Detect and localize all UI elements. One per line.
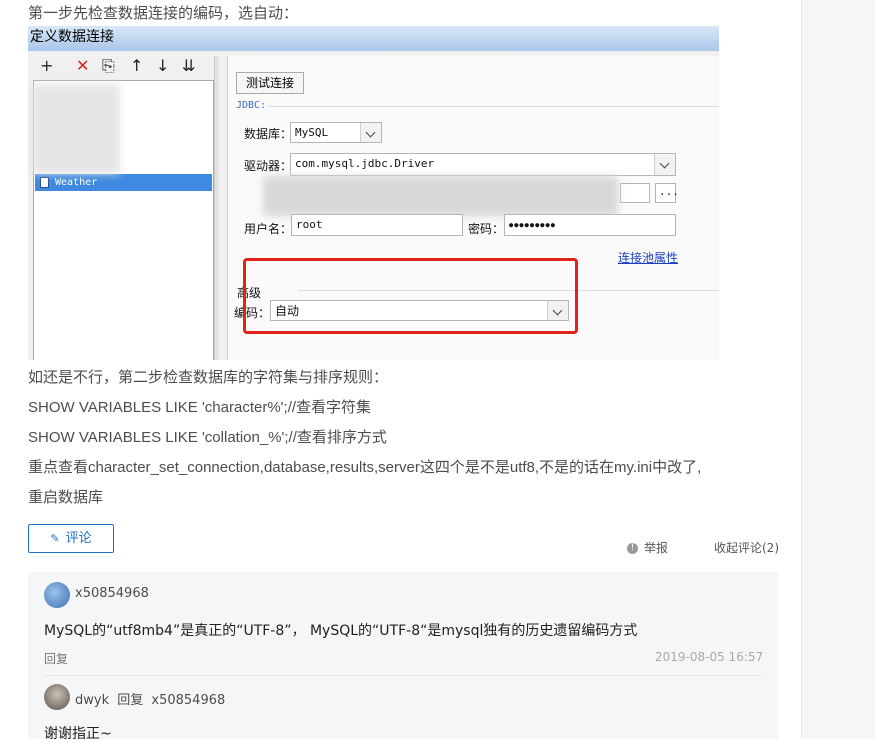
- dialog-screenshot: 定义数据连接 + ✕ ⎘ ↑ ↓ ⇊ Weather 测试连接 JDBC: 数据…: [28, 26, 719, 360]
- article-paragraph: SHOW VARIABLES LIKE 'collation_%';//查看排序…: [28, 429, 387, 446]
- blurred-url: [263, 176, 618, 216]
- comment-time: 2019-08-05 16:57: [655, 650, 764, 664]
- reply-link[interactable]: 回复: [44, 650, 68, 667]
- warning-icon: !: [627, 543, 638, 554]
- delete-icon[interactable]: ✕: [76, 56, 89, 75]
- username-label: 用户名：: [244, 222, 293, 236]
- driver-select[interactable]: com.mysql.jdbc.Driver: [290, 153, 676, 176]
- article-paragraph: 重启数据库: [28, 489, 104, 506]
- avatar[interactable]: [44, 582, 70, 608]
- sort-icon[interactable]: ⇊: [182, 56, 195, 75]
- database-select[interactable]: MySQL: [290, 122, 382, 143]
- database-value: MySQL: [295, 126, 329, 139]
- blurred-region: [32, 84, 120, 174]
- report-label: 举报: [644, 541, 669, 555]
- right-sidebar: [801, 0, 875, 739]
- chevron-down-icon: [654, 154, 675, 175]
- jdbc-section-label: JDBC:: [236, 100, 267, 111]
- password-input[interactable]: ●●●●●●●●●: [504, 214, 676, 236]
- driver-value: com.mysql.jdbc.Driver: [295, 157, 435, 170]
- comment-button-label: 评论: [65, 531, 92, 546]
- article-paragraph: SHOW VARIABLES LIKE 'character%';//查看字符集: [28, 399, 372, 416]
- collapse-comments-button[interactable]: 收起评论(2): [714, 539, 779, 556]
- comment-list: x50854968 MySQL的“utf8mb4”是真正的“UTF-8”， My…: [28, 572, 778, 742]
- password-label: 密码：: [468, 222, 505, 236]
- comment-text: 谢谢指正~: [44, 726, 112, 742]
- reply-header: dwyk 回复 x50854968: [75, 689, 225, 708]
- tree-item-label: Weather: [55, 177, 98, 188]
- comment-text: MySQL的“utf8mb4”是真正的“UTF-8”， MySQL的“UTF-8…: [44, 623, 638, 639]
- chevron-down-icon: [360, 123, 381, 142]
- comment-button[interactable]: ✎ 评论: [28, 524, 114, 553]
- dialog-title: 定义数据连接: [28, 26, 719, 51]
- reply-word: 回复: [117, 693, 144, 708]
- test-connection-button[interactable]: 测试连接: [236, 72, 304, 94]
- divider: [268, 106, 719, 107]
- username-input[interactable]: root: [291, 214, 463, 236]
- highlight-box: [243, 258, 578, 334]
- driver-label: 驱动器：: [244, 159, 293, 173]
- copy-icon[interactable]: ⎘: [102, 56, 115, 76]
- move-down-icon[interactable]: ↓: [156, 56, 169, 75]
- report-button[interactable]: ! 举报: [627, 539, 668, 556]
- url-browse-button[interactable]: ...: [655, 183, 679, 203]
- add-icon[interactable]: +: [40, 56, 53, 75]
- edit-icon: ✎: [50, 532, 60, 545]
- database-icon: [40, 176, 49, 188]
- splitter[interactable]: [214, 56, 219, 360]
- comment-username[interactable]: dwyk: [75, 693, 109, 708]
- article-paragraph: 如还是不行，第二步检查数据库的字符集与排序规则：: [28, 369, 389, 386]
- pool-properties-link[interactable]: 连接池属性: [618, 249, 678, 266]
- article-paragraph: 重点查看character_set_connection,database,re…: [28, 459, 702, 476]
- move-up-icon[interactable]: ↑: [130, 56, 143, 75]
- avatar[interactable]: [44, 684, 70, 710]
- tree-item-weather[interactable]: Weather: [35, 174, 212, 191]
- database-label: 数据库：: [244, 127, 293, 141]
- divider: [44, 675, 762, 676]
- reply-target-username[interactable]: x50854968: [151, 693, 225, 708]
- comment-username[interactable]: x50854968: [75, 586, 149, 601]
- intro-text: 第一步先检查数据连接的编码，选自动：: [28, 4, 299, 22]
- url-field[interactable]: [620, 183, 650, 203]
